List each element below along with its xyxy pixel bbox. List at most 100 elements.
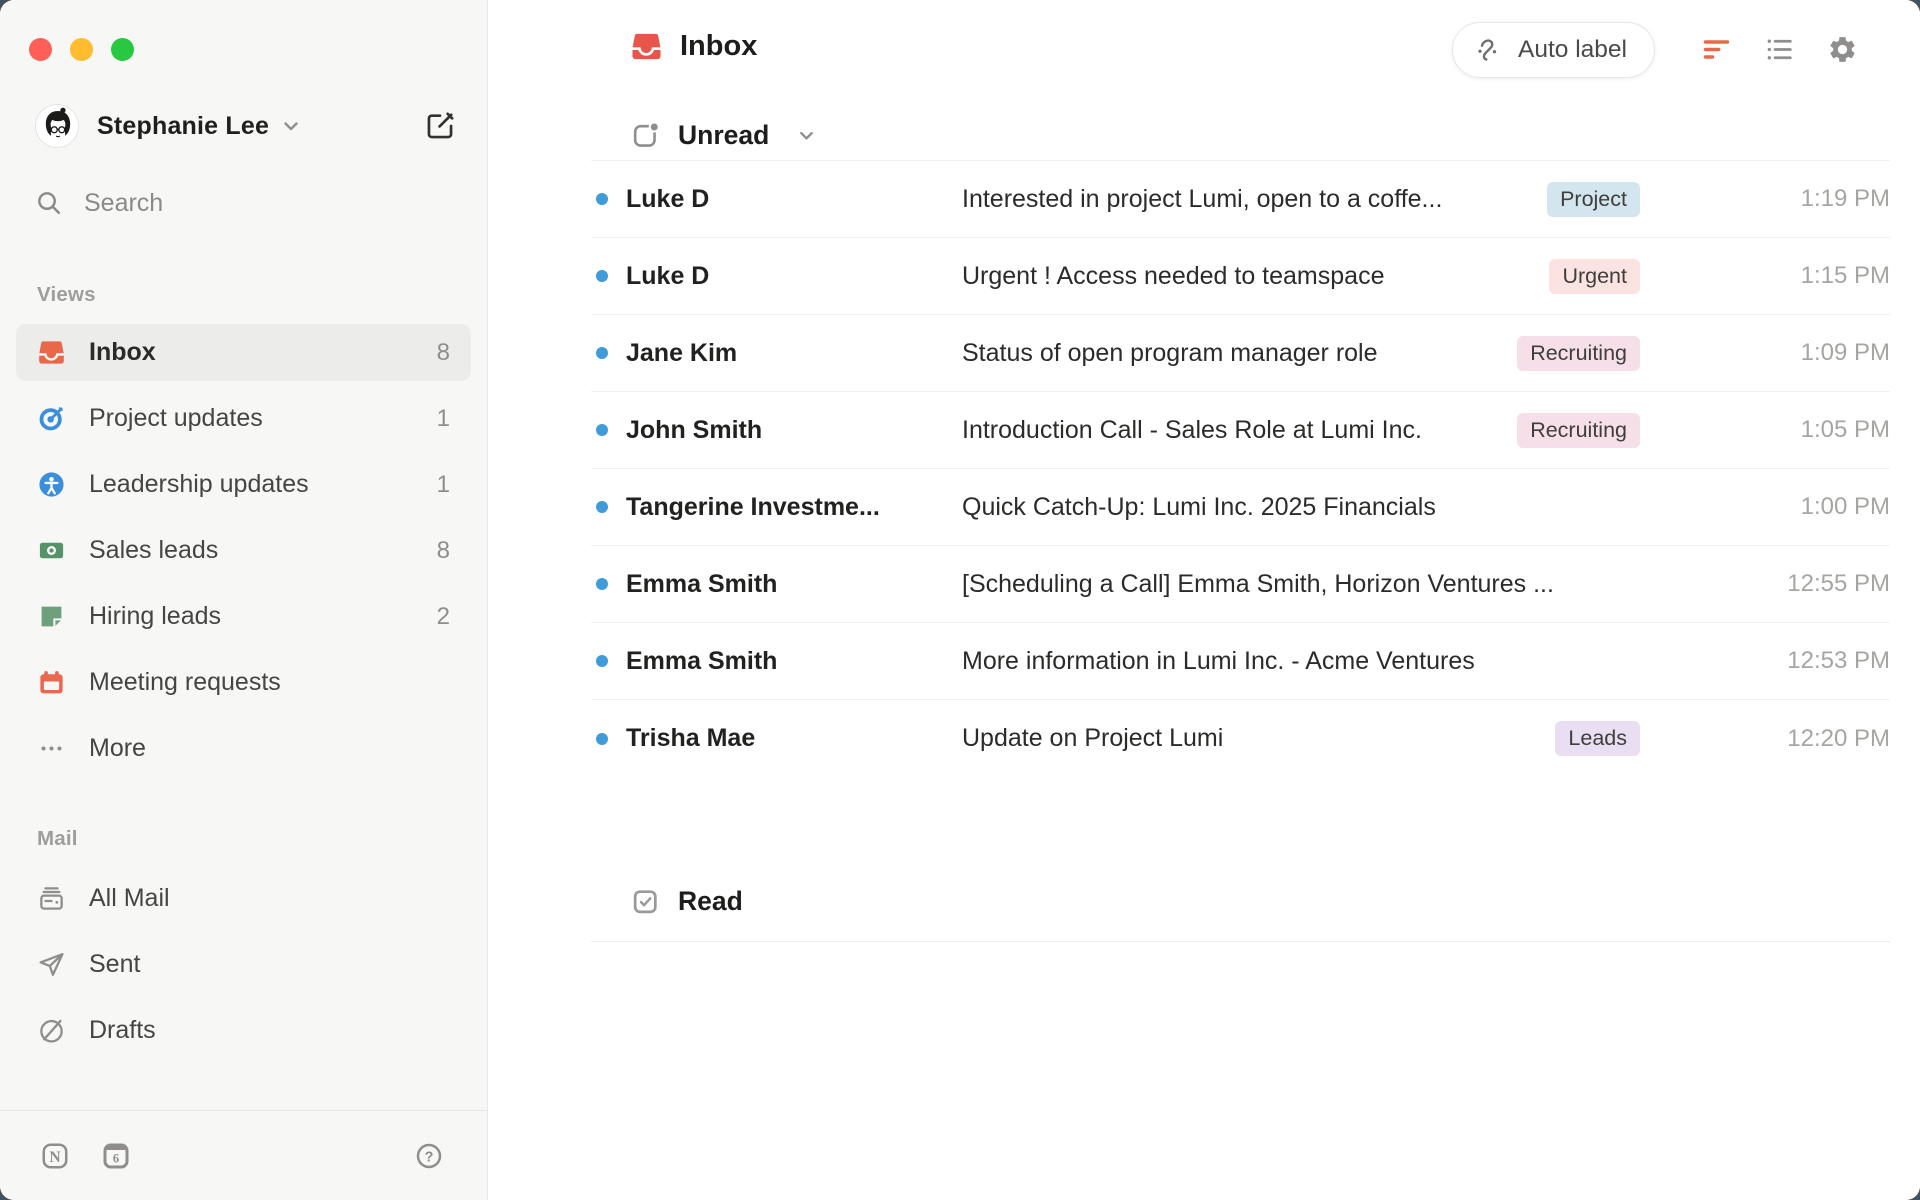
sidebar-item-label: All Mail <box>89 884 170 913</box>
sidebar-item-sales-leads[interactable]: Sales leads 8 <box>16 522 471 579</box>
sidebar-item-leadership-updates[interactable]: Leadership updates1 <box>16 456 471 513</box>
email-row[interactable]: Jane KimStatus of open program manager r… <box>591 315 1890 392</box>
email-row[interactable]: John SmithIntroduction Call - Sales Role… <box>591 392 1890 469</box>
notion-logo-icon[interactable]: N <box>40 1141 70 1171</box>
email-label-badge[interactable]: Leads <box>1555 721 1640 756</box>
read-section-header[interactable]: Read <box>591 886 1890 942</box>
settings-gear-icon[interactable] <box>1827 34 1858 65</box>
email-subject: More information in Lumi Inc. - Acme Ven… <box>962 647 1680 676</box>
email-row[interactable]: Trisha MaeUpdate on Project LumiLeads12:… <box>591 700 1890 777</box>
ellipsis-icon <box>37 734 66 763</box>
email-label-badge[interactable]: Recruiting <box>1517 413 1640 448</box>
unread-dot-cell <box>591 424 626 436</box>
unread-count: 1 <box>437 405 450 433</box>
email-time: 1:15 PM <box>1680 262 1890 290</box>
email-sender: Luke D <box>626 185 962 214</box>
account-switcher[interactable]: Stephanie Lee <box>35 103 457 149</box>
email-time: 12:53 PM <box>1680 647 1890 675</box>
note-icon <box>37 602 66 631</box>
email-subject: Status of open program manager role <box>962 339 1517 368</box>
sidebar-item-drafts[interactable]: Drafts <box>16 1002 471 1059</box>
unread-dot-icon <box>596 193 608 205</box>
unread-dot-icon <box>596 655 608 667</box>
zoom-window-button[interactable] <box>111 38 134 61</box>
money-icon <box>37 536 66 565</box>
unread-section-header[interactable]: Unread <box>630 120 818 151</box>
unread-square-icon <box>630 120 661 151</box>
chevron-down-icon[interactable] <box>279 114 303 138</box>
sidebar-item-sent[interactable]: Sent <box>16 936 471 993</box>
email-subject: Update on Project Lumi <box>962 724 1555 753</box>
email-time: 12:20 PM <box>1680 725 1890 753</box>
sidebar-item-label: Sent <box>89 950 140 979</box>
drafts-icon <box>37 1016 66 1045</box>
email-time: 1:05 PM <box>1680 416 1890 444</box>
sidebar-item-project-updates[interactable]: Project updates 1 <box>16 390 471 447</box>
email-sender: Emma Smith <box>626 570 962 599</box>
sidebar-item-label: Drafts <box>89 1016 156 1045</box>
sidebar-item-more[interactable]: More <box>16 720 471 777</box>
email-row[interactable]: Emma SmithMore information in Lumi Inc. … <box>591 623 1890 700</box>
email-subject: [Scheduling a Call] Emma Smith, Horizon … <box>962 570 1680 599</box>
read-checkbox-icon <box>630 886 661 917</box>
email-row[interactable]: Tangerine Investme...Quick Catch-Up: Lum… <box>591 469 1890 546</box>
mail-app-window: Stephanie Lee Search Views Inbox 8 Project… <box>0 0 1920 1200</box>
unread-count: 2 <box>437 603 450 631</box>
unread-count: 8 <box>437 339 450 367</box>
email-subject: Interested in project Lumi, open to a co… <box>962 185 1547 214</box>
email-label-badge[interactable]: Recruiting <box>1517 336 1640 371</box>
email-label-badge[interactable]: Urgent <box>1549 259 1640 294</box>
search-placeholder: Search <box>84 189 163 218</box>
calendar-icon <box>37 668 66 697</box>
auto-label-button[interactable]: Auto label <box>1452 22 1655 78</box>
read-section-title: Read <box>678 886 743 917</box>
compose-button[interactable] <box>423 109 457 143</box>
sidebar-item-hiring-leads[interactable]: Hiring leads2 <box>16 588 471 645</box>
email-subject: Introduction Call - Sales Role at Lumi I… <box>962 416 1517 445</box>
email-time: 1:19 PM <box>1680 185 1890 213</box>
email-time: 1:09 PM <box>1680 339 1890 367</box>
email-label-badge[interactable]: Project <box>1547 182 1640 217</box>
email-sender: Luke D <box>626 262 962 291</box>
sidebar-item-inbox[interactable]: Inbox 8 <box>16 324 471 381</box>
unread-dot-cell <box>591 578 626 590</box>
list-view-icon[interactable] <box>1764 34 1795 65</box>
unread-dot-cell <box>591 733 626 745</box>
unread-count: 8 <box>437 537 450 565</box>
email-list: Luke DInterested in project Lumi, open t… <box>591 160 1890 777</box>
email-row[interactable]: Luke DInterested in project Lumi, open t… <box>591 161 1890 238</box>
email-sender: John Smith <box>626 416 962 445</box>
email-row[interactable]: Emma Smith[Scheduling a Call] Emma Smith… <box>591 546 1890 623</box>
unread-dot-icon <box>596 424 608 436</box>
unread-dot-cell <box>591 501 626 513</box>
chevron-down-icon[interactable] <box>795 124 818 147</box>
notion-calendar-icon[interactable]: 6 <box>101 1141 131 1171</box>
unread-dot-cell <box>591 193 626 205</box>
sidebar-item-all-mail[interactable]: All Mail <box>16 870 471 927</box>
auto-label-text: Auto label <box>1518 36 1627 64</box>
sidebar-item-label: Leadership updates <box>89 470 309 499</box>
email-time: 12:55 PM <box>1680 570 1890 598</box>
sidebar-item-label: Sales leads <box>89 536 218 565</box>
filter-icon[interactable] <box>1701 34 1732 65</box>
sidebar-item-label: Inbox <box>89 338 156 367</box>
email-subject: Quick Catch-Up: Lumi Inc. 2025 Financial… <box>962 493 1680 522</box>
views-section-label: Views <box>37 283 96 307</box>
allmail-icon <box>37 884 66 913</box>
svg-text:?: ? <box>425 1149 434 1165</box>
sidebar-item-meeting-requests[interactable]: Meeting requests <box>16 654 471 711</box>
email-sender: Jane Kim <box>626 339 962 368</box>
minimize-window-button[interactable] <box>70 38 93 61</box>
accessibility-icon <box>37 470 66 499</box>
sidebar-item-label: Project updates <box>89 404 263 433</box>
search-input[interactable]: Search <box>35 182 457 224</box>
close-window-button[interactable] <box>29 38 52 61</box>
avatar <box>35 104 79 148</box>
help-icon[interactable]: ? <box>414 1141 444 1171</box>
main-header: Inbox Auto label <box>488 0 1920 99</box>
inbox-icon <box>630 30 663 63</box>
unread-dot-icon <box>596 578 608 590</box>
target-icon <box>37 404 66 433</box>
email-row[interactable]: Luke DUrgent ! Access needed to teamspac… <box>591 238 1890 315</box>
sent-icon <box>37 950 66 979</box>
